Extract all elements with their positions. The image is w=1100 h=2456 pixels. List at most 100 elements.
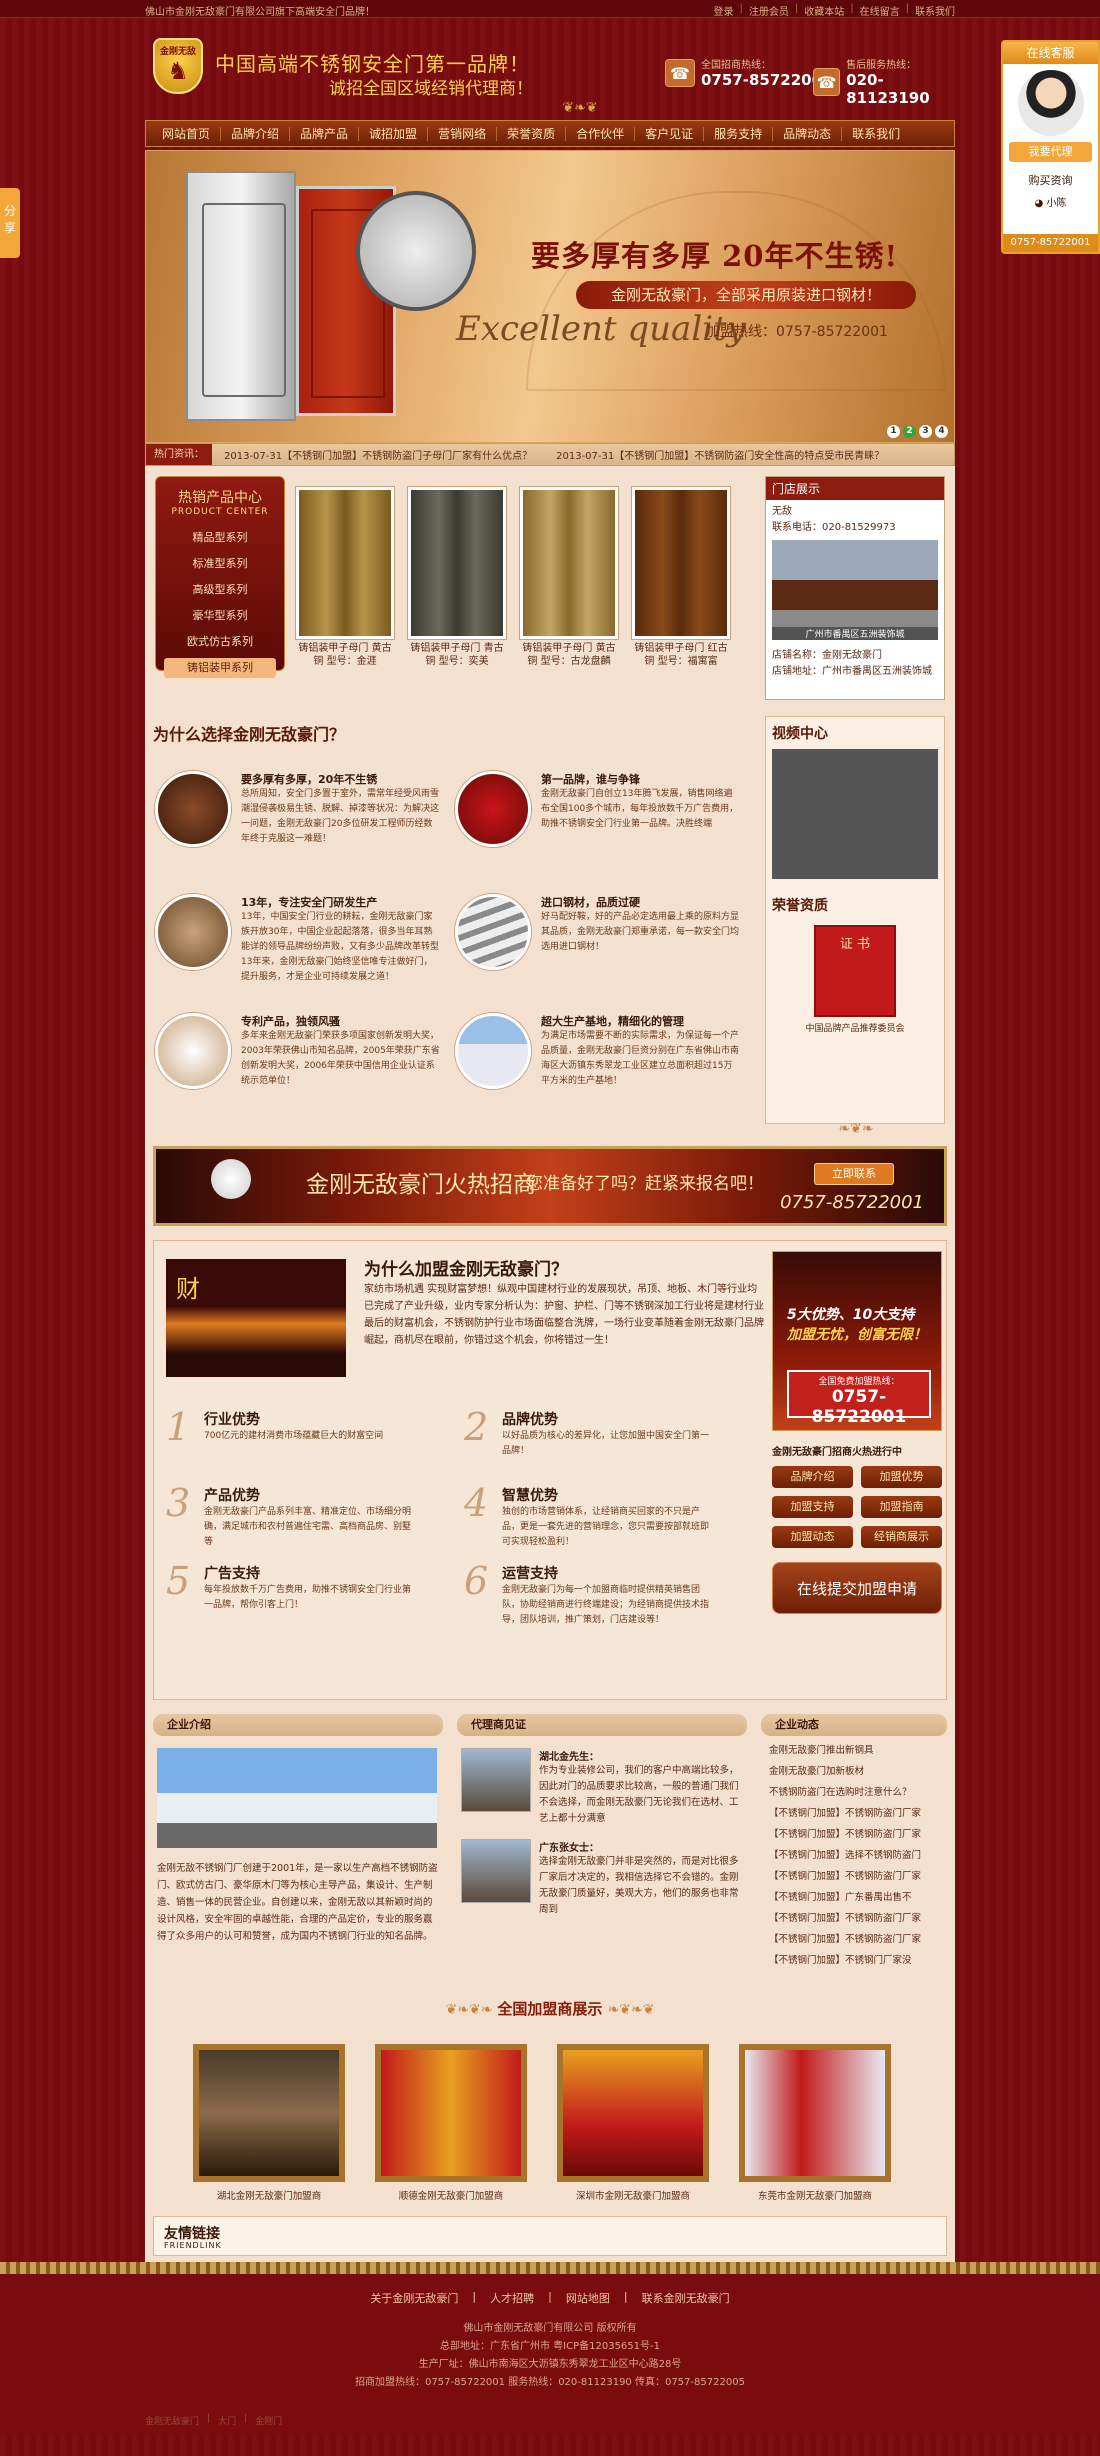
dynamics-item[interactable]: 【不锈钢门加盟】不锈钢防盗门厂家 bbox=[761, 1866, 947, 1887]
dealer-photo[interactable]: 深圳市金刚无敌豪门加盟商 bbox=[557, 2044, 709, 2202]
join-ad-line1: 5大优势、10大支持 bbox=[787, 1307, 915, 1323]
nav-honor[interactable]: 荣誉资质 bbox=[497, 126, 567, 141]
product-caption[interactable]: 铸铝装甲子母门 红古铜 型号：福寓富 bbox=[631, 642, 731, 668]
dynamics-item[interactable]: 【不锈钢门加盟】选择不锈钢防盗门 bbox=[761, 1845, 947, 1866]
advantage-text: 独创的市场营销体系，让经销商买回家的不只是产品，更是一套先进的营销理念，您只需要… bbox=[502, 1507, 710, 1547]
nav-partners[interactable]: 合作伙伴 bbox=[566, 126, 636, 141]
register-link[interactable]: 注册会员 bbox=[749, 3, 789, 18]
nav-products[interactable]: 品牌产品 bbox=[290, 126, 360, 141]
join-advantage-button[interactable]: 加盟优势 bbox=[861, 1466, 942, 1488]
news-item[interactable]: 2013-07-31【不锈钢门加盟】不锈钢防盗门安全性高的特点受市民青睐？ bbox=[556, 447, 884, 462]
product-category-item[interactable]: 标准型系列 bbox=[156, 551, 284, 577]
footer-tag[interactable]: 金刚门 bbox=[255, 2414, 282, 2427]
dynamics-item[interactable]: 金刚无敌豪门推出新钢具 bbox=[761, 1740, 947, 1761]
footer-link[interactable]: 网站地图 bbox=[566, 2290, 610, 2306]
message-link[interactable]: 在线留言 bbox=[860, 3, 900, 18]
dealer-photo-image bbox=[381, 2050, 521, 2176]
footer-link[interactable]: 联系金刚无敌豪门 bbox=[642, 2290, 730, 2306]
hero-banner[interactable]: 要多厚有多厚 20年不生锈! 金刚无敌豪门，全部采用原装进口钢材！ Excell… bbox=[145, 150, 955, 443]
dynamics-item[interactable]: 【不锈钢门加盟】不锈钢防盗门厂家 bbox=[761, 1824, 947, 1845]
store-photo[interactable]: 广州市番禺区五洲装饰城 bbox=[772, 540, 938, 640]
nav-contact[interactable]: 联系我们 bbox=[842, 127, 910, 141]
banner-dot[interactable]: 1 bbox=[887, 425, 900, 438]
contact-now-button[interactable]: 立即联系 bbox=[814, 1163, 894, 1185]
join-news-button[interactable]: 加盟动态 bbox=[772, 1526, 853, 1548]
footer-tag[interactable]: 大门 bbox=[218, 2414, 236, 2427]
dynamics-item[interactable]: 【不锈钢门加盟】不锈钢门厂家没 bbox=[761, 1950, 947, 1971]
dynamics-item[interactable]: 【不锈钢门加盟】不锈钢防盗门厂家 bbox=[761, 1908, 947, 1929]
video-player[interactable] bbox=[772, 749, 938, 879]
product-card[interactable]: 铸铝装甲子母门 青古铜 型号：奕美 bbox=[407, 486, 507, 668]
product-category-item[interactable]: 精品型系列 bbox=[156, 525, 284, 551]
product-caption[interactable]: 铸铝装甲子母门 黄古铜 型号：古龙盘麟 bbox=[519, 642, 619, 668]
nav-support[interactable]: 服务支持 bbox=[704, 126, 774, 141]
door-image bbox=[299, 490, 391, 636]
nav-brand-intro[interactable]: 品牌介绍 bbox=[221, 126, 291, 141]
join-intro: 家纺市场机遇 实现财富梦想！纵观中国建材行业的发展现状，吊顶、地板、木门等行业均… bbox=[364, 1284, 764, 1346]
nav-testimonials[interactable]: 客户见证 bbox=[635, 126, 705, 141]
certificate-image[interactable]: 证 书 bbox=[814, 925, 896, 1017]
product-category-item[interactable]: 欧式仿古系列 bbox=[156, 629, 284, 655]
product-image[interactable] bbox=[519, 486, 619, 640]
banner-dot[interactable]: 3 bbox=[919, 425, 932, 438]
logo[interactable]: 金刚无敌 ♞ bbox=[153, 38, 203, 94]
advantage-text: 金刚无敌豪门为每一个加盟商临时提供精英销售团队，协助经销商进行终端建设；为经销商… bbox=[502, 1585, 710, 1625]
product-category-item[interactable]: 高级型系列 bbox=[156, 577, 284, 603]
dealer-photo[interactable]: 湖北金刚无敌豪门加盟商 bbox=[193, 2044, 345, 2202]
news-item[interactable]: 2013-07-31【不锈钢门加盟】不锈钢防盗门子母门厂家有什么优点？ bbox=[224, 447, 532, 462]
product-image[interactable] bbox=[407, 486, 507, 640]
side-panel: 视频中心 荣誉资质 证 书 中国品牌产品推荐委员会 ❧❦❧ bbox=[765, 716, 945, 1137]
dynamics-item[interactable]: 金刚无敌豪门加新板材 bbox=[761, 1761, 947, 1782]
banner-dot[interactable]: 4 bbox=[935, 425, 948, 438]
slogan-main: 中国高端不锈钢安全门第一品牌！ bbox=[215, 52, 530, 76]
footer-link[interactable]: 关于金刚无敌豪门 bbox=[370, 2290, 458, 2306]
footer-link[interactable]: 人才招聘 bbox=[490, 2290, 534, 2306]
join-sidebar: 5大优势、10大支持 加盟无忧，创富无限！ 全国免费加盟热线： 0757-857… bbox=[772, 1251, 942, 1691]
nav-network[interactable]: 营销网络 bbox=[428, 126, 498, 141]
product-caption[interactable]: 铸铝装甲子母门 黄古铜 型号：金涯 bbox=[295, 642, 395, 668]
feature-image bbox=[155, 1013, 231, 1089]
product-caption[interactable]: 铸铝装甲子母门 青古铜 型号：奕美 bbox=[407, 642, 507, 668]
agent-testimonial: 湖北金先生： 作为专业装修公司，我们的客户中高端比较多，因此对门的品质要求比较高… bbox=[461, 1748, 743, 1827]
become-agent-button[interactable]: 我要代理 bbox=[1009, 142, 1092, 162]
banner-dot-active[interactable]: 2 bbox=[903, 425, 916, 438]
product-card[interactable]: 铸铝装甲子母门 红古铜 型号：福寓富 bbox=[631, 486, 731, 668]
nav-join[interactable]: 诚招加盟 bbox=[359, 126, 429, 141]
join-support-button[interactable]: 加盟支持 bbox=[772, 1496, 853, 1518]
dynamics-title[interactable]: 企业动态 bbox=[761, 1714, 947, 1736]
contact-link[interactable]: 联系我们 bbox=[915, 3, 955, 18]
nav-home[interactable]: 网站首页 bbox=[152, 126, 222, 141]
join-ad-line2: 加盟无忧，创富无限！ bbox=[787, 1327, 927, 1343]
qq-contact[interactable]: ◕ 小陈 bbox=[1003, 194, 1098, 209]
nav-news[interactable]: 品牌动态 bbox=[773, 126, 843, 141]
product-card[interactable]: 铸铝装甲子母门 黄古铜 型号：金涯 bbox=[295, 486, 395, 668]
dealer-caption: 深圳市金刚无敌豪门加盟商 bbox=[575, 2191, 690, 2202]
product-card[interactable]: 铸铝装甲子母门 黄古铜 型号：古龙盘麟 bbox=[519, 486, 619, 668]
dealer-photo[interactable]: 顺德金刚无敌豪门加盟商 bbox=[375, 2044, 527, 2202]
brand-intro-button[interactable]: 品牌介绍 bbox=[772, 1466, 853, 1488]
apply-online-button[interactable]: 在线提交加盟申请 bbox=[772, 1562, 942, 1614]
join-ad[interactable]: 5大优势、10大支持 加盟无忧，创富无限！ 全国免费加盟热线： 0757-857… bbox=[772, 1251, 942, 1431]
company-photo bbox=[157, 1748, 437, 1848]
feature-text: 为满足市场需要不断的实际需求，为保证每一个产品质量，金刚无敌豪门巨资分别在广东省… bbox=[541, 1031, 740, 1086]
product-category-item-active[interactable]: 铸铝装甲系列 bbox=[164, 658, 276, 678]
product-category-item[interactable]: 豪华型系列 bbox=[156, 603, 284, 629]
login-link[interactable]: 登录 bbox=[714, 3, 734, 18]
product-image[interactable] bbox=[631, 486, 731, 640]
dynamics-item[interactable]: 【不锈钢门加盟】不锈钢防盗门厂家 bbox=[761, 1929, 947, 1950]
dynamics-item[interactable]: 不锈钢防盗门在选购时注意什么？ bbox=[761, 1782, 947, 1803]
share-button[interactable]: 分享 bbox=[0, 188, 20, 258]
dynamics-item[interactable]: 【不锈钢门加盟】不锈钢防盗门厂家 bbox=[761, 1803, 947, 1824]
recruit-title: 金刚无敌豪门火热招商 bbox=[306, 1172, 536, 1198]
dealer-showcase-button[interactable]: 经销商展示 bbox=[861, 1526, 942, 1548]
footer-tag[interactable]: 金刚无敌豪门 bbox=[145, 2414, 199, 2427]
dynamics-item[interactable]: 【不锈钢门加盟】广东番禺出售不 bbox=[761, 1887, 947, 1908]
about-title[interactable]: 企业介绍 bbox=[153, 1714, 443, 1736]
recruit-banner[interactable]: 金刚无敌豪门火热招商 您准备好了吗？赶紧来报名吧！ 立即联系 0757-8572… bbox=[153, 1146, 947, 1226]
product-image[interactable] bbox=[295, 486, 395, 640]
join-guide-button[interactable]: 加盟指南 bbox=[861, 1496, 942, 1518]
bookmark-link[interactable]: 收藏本站 bbox=[804, 3, 844, 18]
dealer-photo[interactable]: 东莞市金刚无敌豪门加盟商 bbox=[739, 2044, 891, 2202]
agents-title[interactable]: 代理商见证 bbox=[457, 1714, 747, 1736]
recruit-phone: 0757-85722001 bbox=[780, 1192, 924, 1213]
